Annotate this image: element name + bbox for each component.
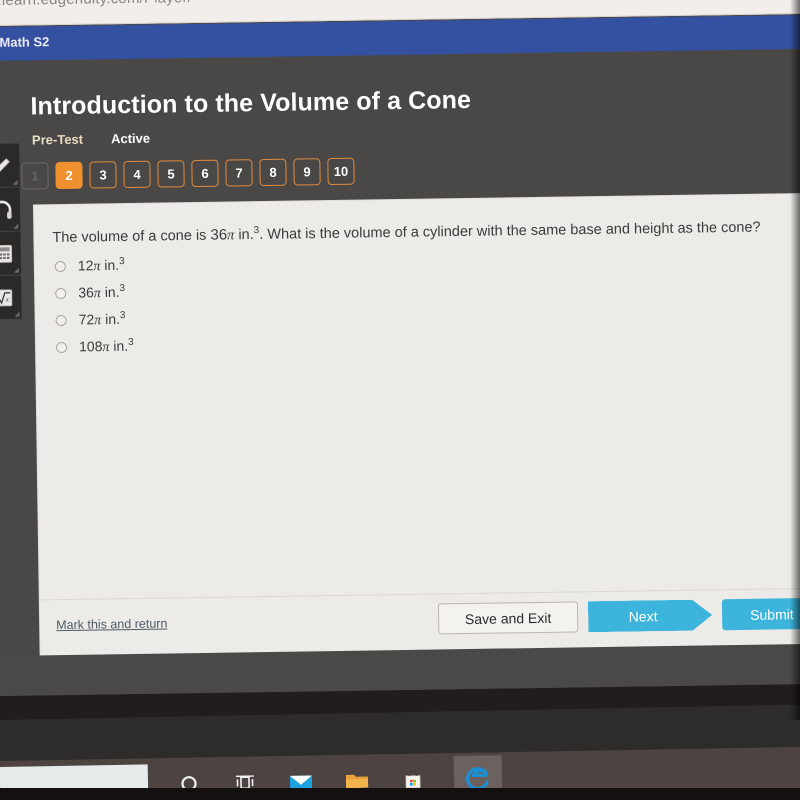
answer-option-label: 12π in.3 [77, 256, 125, 275]
assignment-status-label: Active [110, 130, 151, 147]
answer-option-label: 108π in.3 [78, 337, 134, 356]
tool-rail: x [0, 143, 22, 321]
answer-option-label: 72π in.3 [78, 310, 126, 329]
assignment-meta: Pre-Test Active [32, 131, 150, 148]
app-header: Introduction to the Volume of a Cone Pre… [0, 48, 800, 207]
question-pill-3[interactable]: 3 [89, 161, 117, 189]
question-pill-6[interactable]: 6 [191, 159, 219, 188]
question-pill-9[interactable]: 9 [293, 158, 321, 186]
question-pill-4[interactable]: 4 [123, 160, 151, 189]
answer-options[interactable]: 12π in.3 36π in.3 72π in.3 108π in.3 [54, 256, 134, 357]
answer-option[interactable]: 12π in.3 [54, 256, 133, 276]
radio-button[interactable] [55, 341, 68, 354]
save-and-exit-button[interactable]: Save and Exit [437, 601, 579, 635]
radio-button[interactable] [55, 314, 67, 327]
radio-button[interactable] [55, 287, 67, 300]
next-button[interactable]: Next [588, 599, 712, 632]
question-pill-5[interactable]: 5 [157, 160, 185, 188]
answer-option[interactable]: 36π in.3 [55, 283, 133, 303]
square-root-icon: x [0, 288, 13, 306]
radio-button[interactable] [54, 260, 66, 273]
question-unit: in. [234, 227, 254, 244]
course-title: ra Math S2 [0, 34, 50, 50]
mark-this-and-return-link[interactable]: Mark this and return [56, 616, 167, 632]
question-pill-2[interactable]: 2 [55, 161, 83, 190]
question-value: 36 [210, 226, 228, 244]
photo-edge-bottom [0, 788, 800, 800]
calculator-icon [0, 244, 13, 263]
question-suffix: . What is the volume of a cylinder with … [259, 219, 761, 243]
question-prefix: The volume of a cone is [52, 227, 211, 246]
page-title: Introduction to the Volume of a Cone [30, 85, 472, 121]
question-navigator[interactable]: 1 2 3 4 5 6 7 8 9 10 [21, 157, 355, 190]
screen-area: e.learn.edgenuity.com/Player/ ra Math S2… [0, 0, 800, 697]
calculator-tool-button[interactable] [0, 231, 22, 277]
question-card: The volume of a cone is 36π in.3 . What i… [33, 193, 800, 656]
answer-option-label: 36π in.3 [78, 283, 126, 302]
submit-button[interactable]: Submit [721, 597, 800, 631]
url-text: e.learn.edgenuity.com/Player/ [0, 0, 192, 9]
headphones-icon [0, 200, 12, 219]
answer-option[interactable]: 108π in.3 [55, 337, 134, 357]
read-aloud-tool-button[interactable] [0, 187, 21, 233]
answer-option[interactable]: 72π in.3 [55, 310, 134, 330]
formula-tool-button[interactable]: x [0, 275, 22, 321]
question-pill-8[interactable]: 8 [259, 158, 287, 187]
question-pill-7[interactable]: 7 [225, 159, 253, 187]
highlighter-tool-button[interactable] [0, 143, 20, 189]
question-pill-1[interactable]: 1 [21, 162, 49, 190]
question-pill-10[interactable]: 10 [327, 157, 355, 186]
question-text: The volume of a cone is 36π in.3. What i… [52, 216, 797, 248]
assignment-type-label: Pre-Test [31, 131, 84, 148]
monitor-photo: e.learn.edgenuity.com/Player/ ra Math S2… [0, 0, 800, 800]
highlighter-icon [0, 157, 10, 174]
